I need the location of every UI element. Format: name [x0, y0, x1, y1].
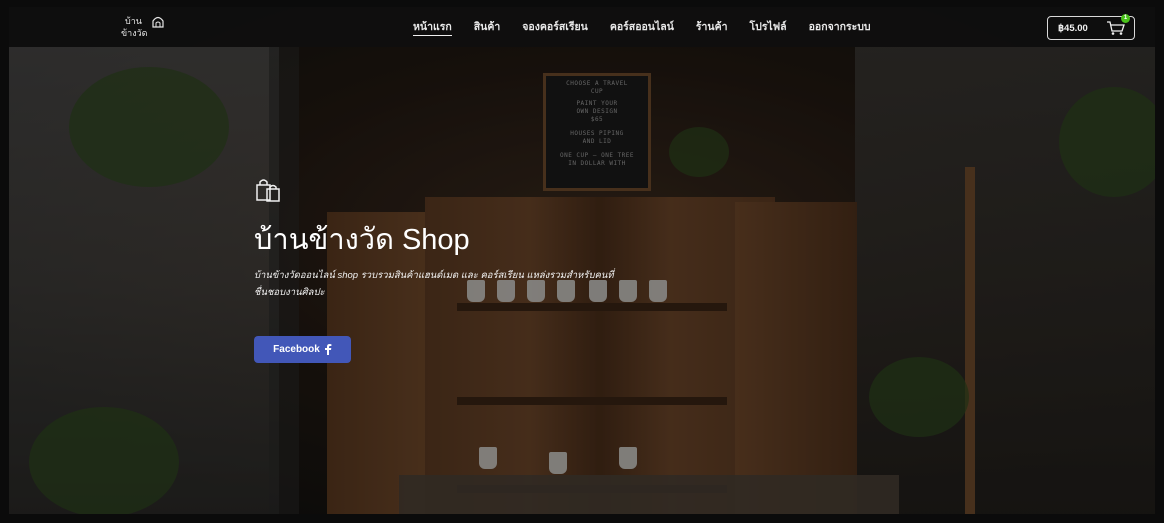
top-navbar: บ้าน ข้างวัด หน้าแรก สินค้า จองคอร์สเรีย… — [9, 7, 1155, 47]
logo-text-line2: ข้างวัด — [121, 29, 148, 39]
page-frame: CHOOSE A TRAVEL CUP PAINT YOUR OWN DESIG… — [0, 0, 1164, 523]
hero-background: CHOOSE A TRAVEL CUP PAINT YOUR OWN DESIG… — [9, 7, 1155, 514]
nav-shop[interactable]: ร้านค้า — [685, 7, 739, 47]
facebook-button[interactable]: Facebook — [254, 336, 351, 363]
nav-home[interactable]: หน้าแรก — [402, 7, 463, 47]
main-menu: หน้าแรก สินค้า จองคอร์สเรียน คอร์สออนไลน… — [402, 7, 882, 47]
hero-description: บ้านข้างวัดออนไลน์ shop รวบรวมสินค้าแฮนด… — [254, 270, 614, 298]
site-logo[interactable]: บ้าน ข้างวัด — [113, 14, 173, 42]
nav-products[interactable]: สินค้า — [463, 7, 512, 47]
house-icon — [152, 16, 164, 28]
cart-total: ฿45.00 — [1058, 22, 1088, 34]
dark-overlay — [9, 7, 1155, 514]
hero-title: บ้านข้างวัด Shop — [254, 224, 470, 256]
shopping-bags-icon — [256, 179, 280, 202]
nav-book-course[interactable]: จองคอร์สเรียน — [511, 7, 599, 47]
nav-logout[interactable]: ออกจากระบบ — [798, 7, 882, 47]
cart-count-badge: 1 — [1121, 14, 1130, 23]
facebook-label: Facebook — [273, 344, 320, 355]
cart-button[interactable]: ฿45.00 1 — [1047, 14, 1135, 40]
nav-online-course[interactable]: คอร์สออนไลน์ — [599, 7, 685, 47]
facebook-icon — [324, 344, 332, 355]
nav-profile[interactable]: โปรไฟล์ — [739, 7, 798, 47]
